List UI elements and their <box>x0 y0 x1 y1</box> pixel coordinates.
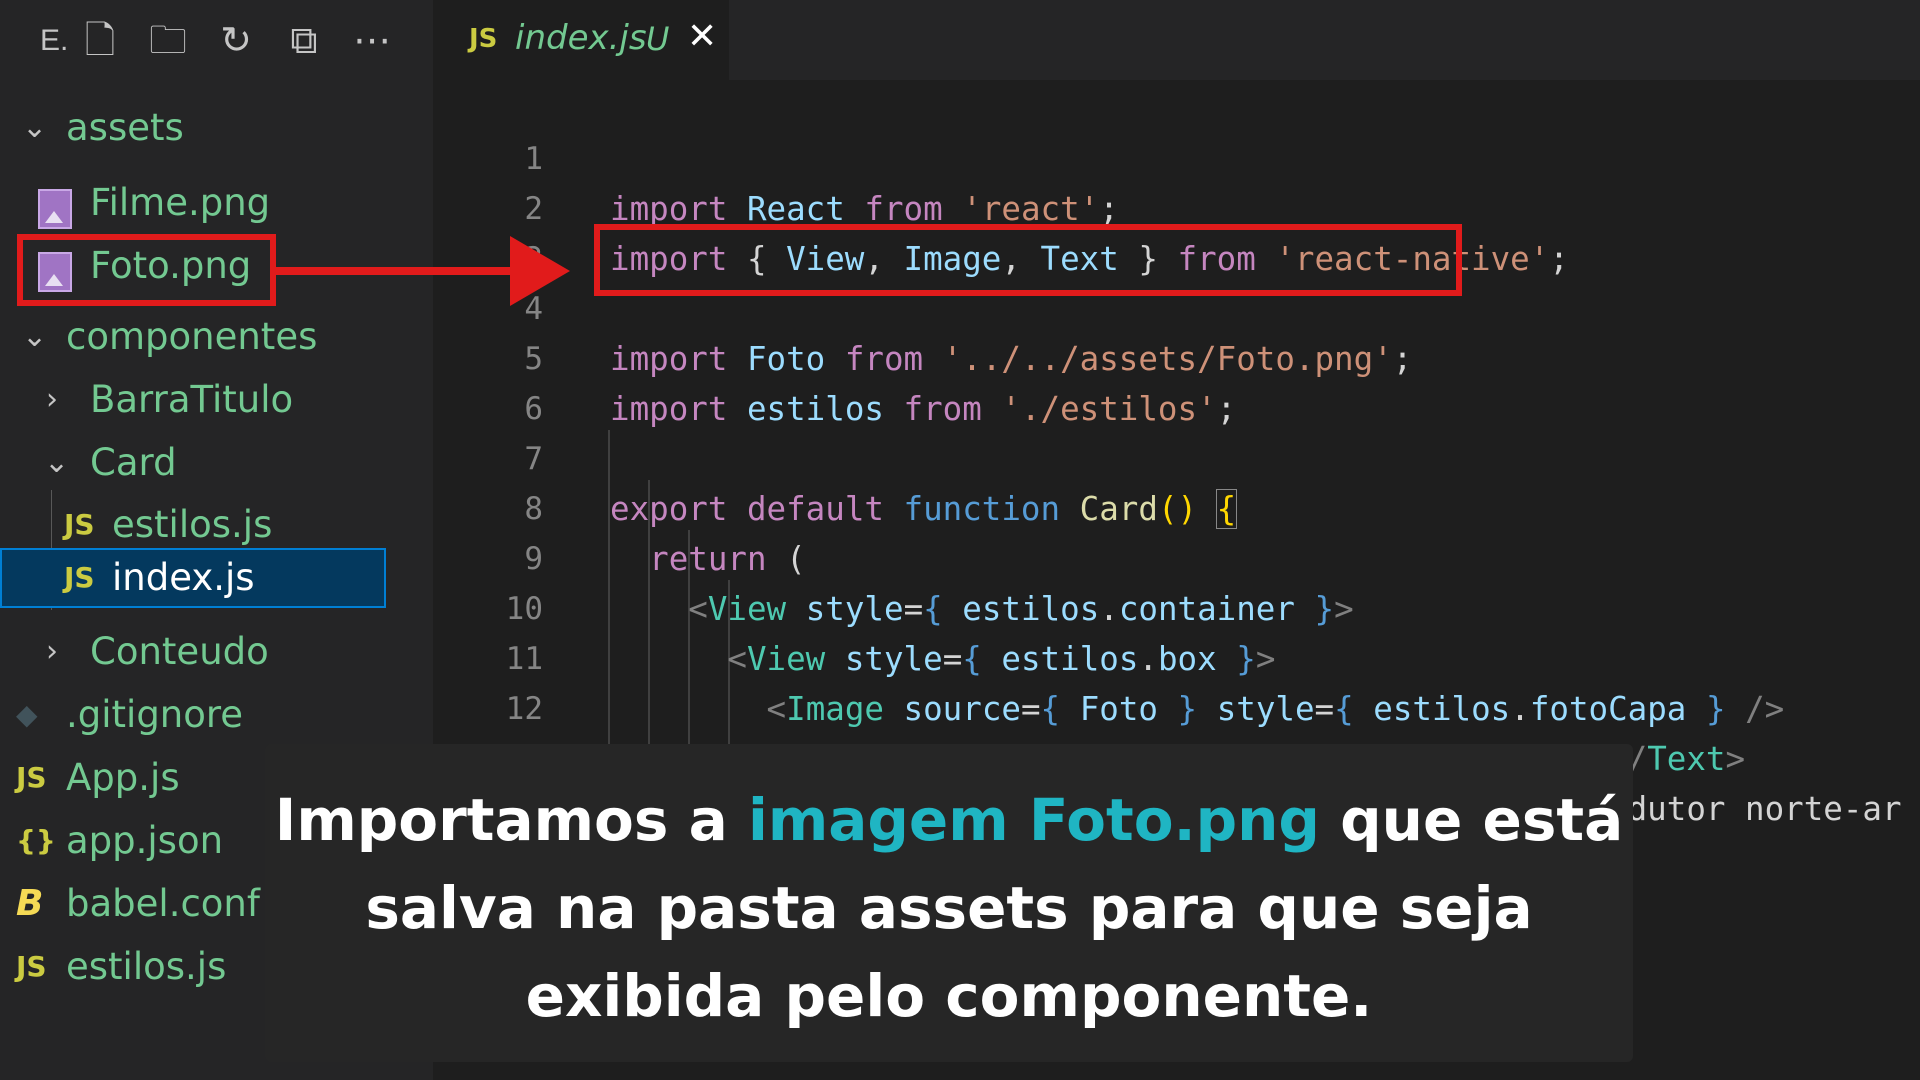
tree-item-label: Conteudo <box>90 630 269 673</box>
tree-item-label: app.json <box>66 819 224 862</box>
js-file-icon: JS <box>16 950 47 983</box>
chevron-down-icon: ⌄ <box>22 110 48 145</box>
tree-folder-componentes[interactable]: ⌄ componentes <box>0 307 386 367</box>
new-file-icon[interactable]: 🗋 <box>80 20 120 60</box>
code-line: 1 import React from 'react'; <box>433 84 1920 228</box>
arrow-head-icon <box>510 236 570 306</box>
tab-index-js[interactable]: JS index.js U ✕ <box>433 0 729 80</box>
chevron-right-icon: › <box>46 382 58 417</box>
tree-item-label: Filme.png <box>90 181 271 224</box>
caption-part1: Importamos a <box>274 786 748 854</box>
tree-item-label: App.js <box>66 756 180 799</box>
tree-folder-barratitulo[interactable]: › BarraTitulo <box>0 370 386 430</box>
image-file-icon <box>38 189 72 229</box>
tree-file-index-js[interactable]: JS index.js <box>0 548 386 608</box>
code-line: 7 export default function Card() { <box>433 384 1920 529</box>
tree-folder-card[interactable]: ⌄ Card <box>0 433 386 493</box>
tree-item-label: assets <box>66 106 184 149</box>
refresh-icon[interactable]: ↻ <box>216 20 256 60</box>
babel-file-icon: B <box>16 883 44 924</box>
arrow-connector <box>276 267 516 275</box>
tree-file-filme-png[interactable]: Filme.png <box>0 173 386 233</box>
code-line: 9 <View style={ estilos.container }> <box>433 484 1920 628</box>
js-file-icon: JS <box>469 24 498 54</box>
close-icon[interactable]: ✕ <box>687 16 717 57</box>
code-line: 10 <View style={ estilos.box }> <box>433 534 1920 678</box>
tree-item-label: componentes <box>66 315 318 358</box>
caption-box: Importamos a imagem Foto.png que está sa… <box>265 744 1633 1062</box>
code-line: 11 <Image source={ Foto } style={ estilo… <box>433 584 1920 728</box>
editor-tab-bar: JS index.js U ✕ <box>433 0 1920 80</box>
tree-item-label: BarraTitulo <box>90 378 294 421</box>
tree-item-label: estilos.js <box>66 945 227 988</box>
code-line: 8 return ( <box>433 434 1920 578</box>
js-file-icon: JS <box>64 561 95 594</box>
tree-folder-assets[interactable]: ⌄ assets <box>0 98 386 158</box>
tree-file-gitignore[interactable]: ◆ .gitignore <box>0 685 386 745</box>
code-line: 6 <box>433 334 1920 427</box>
js-file-icon: JS <box>16 761 47 794</box>
js-file-icon: JS <box>64 508 95 541</box>
highlight-box-import-line <box>594 224 1462 296</box>
new-folder-icon[interactable]: 🗀 <box>148 20 188 60</box>
chevron-down-icon: ⌄ <box>44 445 70 480</box>
caption-text: Importamos a imagem Foto.png que está sa… <box>265 776 1633 1040</box>
highlight-box-foto-file <box>17 234 276 306</box>
caption-highlight: imagem Foto.png <box>747 786 1320 854</box>
code-line: 2 import { View, Image, Text } from 'rea… <box>433 134 1920 278</box>
tree-item-label: Card <box>90 441 177 484</box>
explorer-title: E. <box>40 24 69 57</box>
untracked-badge: U <box>646 20 670 58</box>
tree-item-label: babel.conf <box>66 882 260 925</box>
tree-file-estilos-js[interactable]: JS estilos.js <box>0 495 386 555</box>
json-file-icon: {} <box>16 824 56 857</box>
tree-item-label: index.js <box>112 556 255 599</box>
code-line: 13 <Text style={ estilos.paragrafo }>Ato… <box>433 684 1920 828</box>
explorer-toolbar: E. 🗋 🗀 ↻ ⧉ ⋯ <box>0 0 433 80</box>
code-line: 12 <Text style={ estilos.nome }>Samuel J… <box>433 634 1920 778</box>
tree-folder-conteudo[interactable]: › Conteudo <box>0 622 386 682</box>
git-file-icon: ◆ <box>16 698 38 731</box>
tab-filename: index.js <box>515 18 647 58</box>
chevron-right-icon: › <box>46 634 58 669</box>
more-icon[interactable]: ⋯ <box>352 20 392 60</box>
collapse-all-icon[interactable]: ⧉ <box>284 20 324 60</box>
tree-item-label: estilos.js <box>112 503 273 546</box>
tree-item-label: .gitignore <box>66 693 244 736</box>
chevron-down-icon: ⌄ <box>22 319 48 354</box>
